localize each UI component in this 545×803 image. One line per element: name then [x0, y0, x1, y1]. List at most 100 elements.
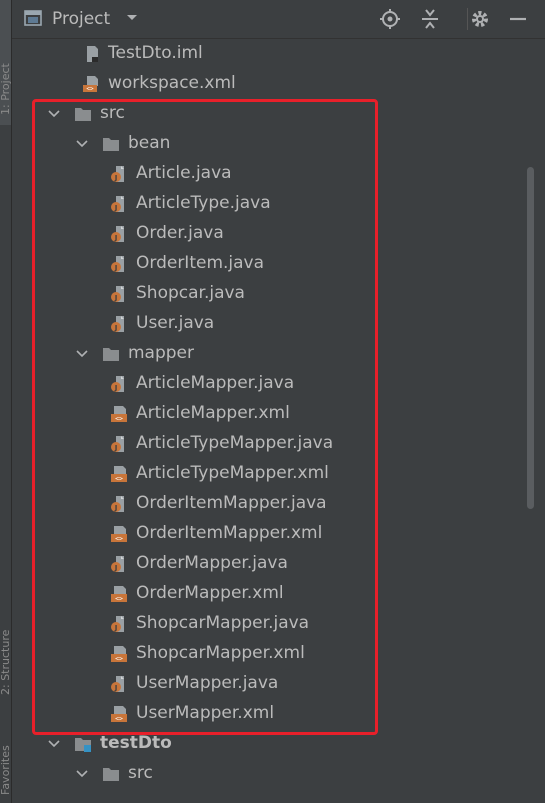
vertical-scrollbar[interactable] [527, 167, 534, 509]
svg-text:J: J [114, 624, 118, 632]
project-header: Project [12, 0, 545, 39]
tree-file-row[interactable]: J ArticleType.java [12, 189, 522, 219]
hide-icon[interactable] [507, 8, 529, 30]
java-file-icon: J [111, 436, 124, 452]
tree-item-label: OrderItemMapper.xml [136, 523, 323, 543]
svg-text:J: J [114, 174, 118, 182]
chevron-down-icon[interactable] [48, 108, 60, 120]
tree-item-label: bean [128, 133, 171, 153]
java-file-icon: J [111, 256, 124, 272]
tree-item-label: ShopcarMapper.xml [136, 643, 305, 663]
tree-item-label: Article.java [136, 163, 232, 183]
svg-text:<>: <> [115, 715, 123, 723]
project-tree: TestDto.iml <> workspace.xml src bean J Articl… [12, 39, 522, 803]
tree-file-row[interactable]: <> OrderItemMapper.xml [12, 519, 522, 549]
tree-file-row[interactable]: J Order.java [12, 219, 522, 249]
tree-file-row[interactable]: J UserMapper.java [12, 669, 522, 699]
svg-text:J: J [114, 684, 118, 692]
tree-item-label: testDto [100, 733, 172, 753]
tree-file-row[interactable]: J ArticleMapper.java [12, 369, 522, 399]
tree-file-row[interactable]: <> UserMapper.xml [12, 699, 522, 729]
tree-file-row[interactable]: <> ShopcarMapper.xml [12, 639, 522, 669]
tree-file-row[interactable]: J Shopcar.java [12, 279, 522, 309]
project-title[interactable]: Project [52, 9, 110, 29]
svg-text:<>: <> [115, 475, 123, 483]
java-file-icon: J [111, 166, 124, 182]
svg-text:J: J [114, 294, 118, 302]
xml-file-icon: <> [111, 706, 127, 723]
chevron-down-icon[interactable] [76, 138, 88, 150]
tree-item-label: ArticleType.java [136, 193, 271, 213]
tree-file-row[interactable]: J Article.java [12, 159, 522, 189]
tree-item-label: UserMapper.java [136, 673, 279, 693]
tree-file-row[interactable]: <> workspace.xml [12, 69, 522, 99]
svg-text:J: J [114, 444, 118, 452]
tree-item-label: UserMapper.xml [136, 703, 275, 723]
xml-file-icon: <> [111, 646, 127, 663]
tree-file-row[interactable]: J ShopcarMapper.java [12, 609, 522, 639]
xml-file-icon: <> [111, 526, 127, 543]
java-file-icon: J [111, 316, 124, 332]
tree-file-row[interactable]: J ArticleTypeMapper.java [12, 429, 522, 459]
tree-item-label: OrderMapper.java [136, 553, 288, 573]
module-folder-icon [75, 738, 91, 752]
java-file-icon: J [111, 676, 124, 692]
tree-file-row[interactable]: <> ArticleTypeMapper.xml [12, 459, 522, 489]
tree-item-label: Order.java [136, 223, 224, 243]
java-file-icon: J [111, 616, 124, 632]
tree-folder-row[interactable]: src [12, 759, 522, 789]
tree-folder-row[interactable]: bean [12, 129, 522, 159]
chevron-down-icon[interactable] [76, 768, 88, 780]
settings-icon[interactable] [469, 8, 491, 30]
svg-text:<>: <> [86, 86, 94, 93]
locate-icon[interactable] [379, 8, 401, 30]
tree-item-label: OrderItem.java [136, 253, 265, 273]
xml-file-icon: <> [111, 586, 127, 603]
side-tab-structure[interactable]: 2: Structure [0, 585, 11, 695]
tree-item-label: ArticleMapper.xml [136, 403, 290, 423]
svg-text:<>: <> [115, 415, 123, 423]
bottom-strip [12, 788, 545, 803]
xml-file-icon: <> [111, 406, 127, 423]
tree-file-row[interactable]: J OrderItemMapper.java [12, 489, 522, 519]
tree-file-row[interactable]: J OrderItem.java [12, 249, 522, 279]
tree-file-row[interactable]: J OrderMapper.java [12, 549, 522, 579]
tree-item-label: ArticleMapper.java [136, 373, 295, 393]
java-file-icon: J [111, 286, 124, 302]
tree-file-row[interactable]: <> ArticleMapper.xml [12, 399, 522, 429]
java-file-icon: J [111, 226, 124, 242]
side-tab-favorites[interactable]: Favorites [0, 725, 11, 795]
tree-folder-row[interactable]: mapper [12, 339, 522, 369]
chevron-down-icon[interactable] [76, 348, 88, 360]
tree-file-row[interactable]: <> OrderMapper.xml [12, 579, 522, 609]
folder-icon [75, 108, 91, 121]
side-tab-project[interactable]: 1: Project [0, 5, 11, 115]
tree-item-label: ArticleTypeMapper.java [136, 433, 334, 453]
tree-folder-row[interactable]: testDto [12, 729, 522, 759]
tree-item-label: OrderItemMapper.java [136, 493, 327, 513]
tree-item-label: src [128, 763, 153, 783]
svg-text:J: J [114, 234, 118, 242]
java-file-icon: J [111, 196, 124, 212]
svg-text:J: J [114, 384, 118, 392]
tree-folder-row[interactable]: src [12, 99, 522, 129]
svg-text:J: J [114, 204, 118, 212]
chevron-down-icon[interactable] [48, 738, 60, 750]
svg-text:J: J [114, 264, 118, 272]
tree-item-label: mapper [128, 343, 195, 363]
svg-text:J: J [114, 324, 118, 332]
tree-item-label: workspace.xml [108, 73, 236, 93]
java-file-icon: J [111, 556, 124, 572]
svg-text:J: J [114, 504, 118, 512]
java-file-icon: J [111, 496, 124, 512]
dropdown-caret-icon[interactable] [125, 10, 139, 24]
svg-text:<>: <> [115, 535, 123, 543]
tree-file-row[interactable]: J User.java [12, 309, 522, 339]
collapse-all-icon[interactable] [419, 8, 441, 30]
tree-item-label: src [100, 103, 125, 123]
tree-item-label: ShopcarMapper.java [136, 613, 310, 633]
xml-file-icon: <> [111, 466, 127, 483]
folder-icon [103, 768, 119, 781]
folder-icon [103, 138, 119, 151]
tree-file-row[interactable]: TestDto.iml [12, 39, 522, 69]
